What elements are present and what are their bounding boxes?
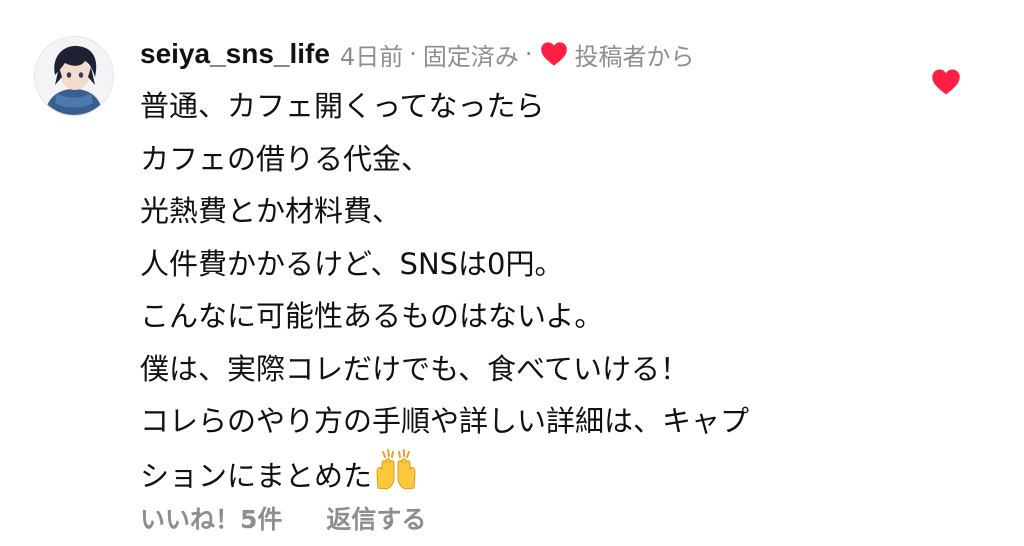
comment-line: 普通、カフェ開くってなったら	[140, 89, 545, 123]
comment-timestamp[interactable]: 4日前	[340, 37, 403, 72]
comment-line: 光熱費とか材料費、	[140, 194, 402, 228]
comment-line: 僕は、実際コレだけでも、食べていける！	[140, 351, 689, 386]
likes-count-link[interactable]: いいね！5件	[140, 500, 282, 536]
separator: ·	[409, 40, 417, 68]
author-liked-label: 投稿者から	[574, 42, 695, 71]
like-button[interactable]	[930, 66, 962, 98]
heart-icon	[540, 41, 568, 67]
heart-icon	[932, 69, 960, 95]
comment-line-text: ションにまとめた	[140, 458, 373, 493]
comment-line: コレらのやり方の手順や詳しい詳細は、キャプ	[140, 404, 750, 438]
avatar[interactable]	[34, 36, 114, 116]
comment-actions: いいね！5件 返信する	[140, 500, 426, 536]
comment-text: 普通、カフェ開くってなったら カフェの借りる代金、 光熱費とか材料費、 人件費か…	[140, 80, 880, 500]
user-avatar-icon	[35, 37, 113, 115]
username[interactable]: seiya_sns_life	[140, 38, 330, 70]
separator: ·	[524, 40, 533, 68]
comment-line: こんなに可能性あるものはないよ。	[140, 299, 604, 333]
comment-line: カフェの借りる代金、	[140, 141, 431, 176]
comment-line-last: ションにまとめた	[140, 448, 880, 501]
reply-button[interactable]: 返信する	[326, 500, 426, 536]
raising-hands-emoji-icon	[374, 448, 418, 492]
comment-header: seiya_sns_life 4日前 · 固定済み · 投稿者から	[140, 36, 694, 72]
pinned-label: 固定済み	[422, 42, 519, 71]
comment-line: 人件費かかるけど、SNSは0円。	[140, 246, 564, 281]
